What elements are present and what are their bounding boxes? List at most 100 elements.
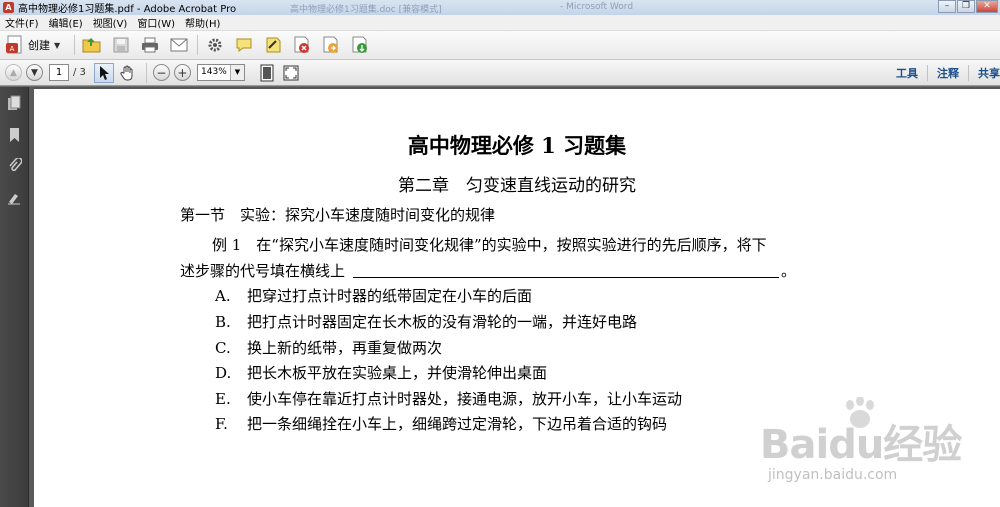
toolbar-divider bbox=[145, 62, 147, 83]
main-toolbar: A 创建 ▼ bbox=[0, 31, 1000, 60]
option-text: 换上新的纸带，再重复做两次 bbox=[247, 339, 443, 357]
save-button[interactable] bbox=[110, 34, 132, 56]
previous-page-button[interactable]: ▲ bbox=[5, 64, 22, 81]
option-letter: B. bbox=[215, 313, 231, 331]
hand-tool-button[interactable] bbox=[118, 63, 138, 83]
create-button-label: 创建 bbox=[28, 39, 50, 52]
select-tool-button[interactable] bbox=[93, 62, 114, 83]
sign-icon bbox=[266, 37, 281, 53]
toolbar-divider bbox=[74, 35, 76, 55]
baidu-jingyan-watermark: Baidu经验 jingyan.baidu.com bbox=[760, 397, 1000, 507]
chapter-heading: 第二章 匀变速直线运动的研究 bbox=[398, 176, 636, 196]
create-pdf-icon: A bbox=[6, 35, 22, 54]
open-button[interactable] bbox=[81, 34, 103, 56]
option-c: C. 换上新的纸带，再重复做两次 bbox=[215, 337, 442, 358]
close-button[interactable]: ✕ bbox=[976, 0, 998, 13]
pdf-import-icon bbox=[352, 36, 368, 53]
option-text: 使小车停在靠近打点计时器处，接通电源，放开小车，让小车运动 bbox=[247, 390, 683, 408]
option-letter: E. bbox=[215, 390, 231, 408]
acrobat-app-icon: A bbox=[3, 2, 14, 13]
svg-text:A: A bbox=[10, 45, 15, 53]
hand-icon bbox=[120, 65, 133, 80]
example-text-line1: 例 1 在“探究小车速度随时间变化规律”的实验中，按照实验进行的先后顺序，将下 bbox=[212, 236, 767, 254]
settings-icon bbox=[208, 38, 222, 52]
sign-button[interactable] bbox=[262, 34, 284, 56]
email-button[interactable] bbox=[168, 34, 190, 56]
chevron-down-icon: ▼ bbox=[229, 65, 244, 80]
secure-button[interactable] bbox=[291, 34, 313, 56]
cursor-arrow-icon bbox=[99, 65, 109, 80]
chevron-down-icon: ▼ bbox=[54, 40, 61, 50]
open-folder-icon bbox=[82, 38, 101, 53]
option-letter: A. bbox=[215, 287, 231, 305]
save-icon bbox=[113, 37, 129, 53]
share-link[interactable]: 共享 bbox=[968, 65, 1000, 81]
answer-blank bbox=[353, 264, 780, 278]
option-text: 把穿过打点计时器的纸带固定在小车的后面 bbox=[247, 287, 533, 305]
create-button[interactable]: A 创建 ▼ bbox=[6, 34, 60, 56]
background-window-app: - Microsoft Word bbox=[560, 2, 634, 12]
page-number-input[interactable]: 1 bbox=[49, 64, 69, 81]
tools-link[interactable]: 工具 bbox=[887, 65, 927, 81]
restore-button[interactable]: ❐ bbox=[957, 0, 975, 13]
option-b: B. 把打点计时器固定在长木板的没有滑轮的一端，并连好电路 bbox=[215, 311, 637, 332]
window-title: 高中物理必修1习题集.pdf - Adobe Acrobat Pro bbox=[18, 4, 237, 15]
page-total: / 3 bbox=[73, 67, 86, 78]
plus-icon: + bbox=[177, 65, 188, 80]
next-page-button[interactable]: ▼ bbox=[26, 64, 43, 81]
section-heading: 第一节 实验：探究小车速度随时间变化的规律 bbox=[180, 206, 496, 224]
menu-window[interactable]: 窗口(W) bbox=[132, 15, 180, 30]
full-screen-button[interactable] bbox=[281, 63, 301, 83]
title-bar: A 高中物理必修1习题集.pdf - Adobe Acrobat Pro 高中物… bbox=[0, 0, 1000, 15]
option-d: D. 把长木板平放在实验桌上，并使滑轮伸出桌面 bbox=[215, 362, 547, 383]
fit-page-icon bbox=[260, 64, 274, 81]
menu-bar: 文件(F) 编辑(E) 视图(V) 窗口(W) 帮助(H) bbox=[0, 15, 1000, 31]
option-text: 把一条细绳拴在小车上，细绳跨过定滑轮，下边吊着合适的钩码 bbox=[247, 415, 668, 433]
menu-view[interactable]: 视图(V) bbox=[88, 15, 133, 30]
comment-button[interactable] bbox=[233, 34, 255, 56]
option-text: 把打点计时器固定在长木板的没有滑轮的一端，并连好电路 bbox=[247, 313, 638, 331]
arrow-up-icon: ▲ bbox=[10, 67, 17, 78]
menu-edit[interactable]: 编辑(E) bbox=[44, 15, 88, 30]
menu-help[interactable]: 帮助(H) bbox=[180, 15, 225, 30]
option-a: A. 把穿过打点计时器的纸带固定在小车的后面 bbox=[215, 285, 532, 306]
arrow-down-icon: ▼ bbox=[31, 67, 38, 78]
minus-icon: − bbox=[156, 65, 167, 80]
menu-file[interactable]: 文件(F) bbox=[0, 15, 44, 30]
print-button[interactable] bbox=[139, 34, 161, 56]
option-letter: D. bbox=[215, 364, 232, 382]
option-text: 把长木板平放在实验桌上，并使滑轮伸出桌面 bbox=[247, 364, 548, 382]
pdf-export-icon bbox=[323, 36, 339, 53]
watermark-brand: Baidu经验 bbox=[760, 422, 962, 468]
page-thumbnails-icon[interactable] bbox=[7, 95, 22, 111]
page-nav-toolbar: ▲ ▼ 1 / 3 − + 143% ▼ 工具 注释 共享 bbox=[0, 60, 1000, 86]
option-letter: C. bbox=[215, 339, 231, 357]
import-button[interactable] bbox=[349, 34, 371, 56]
comment-icon bbox=[236, 38, 252, 52]
zoom-out-button[interactable]: − bbox=[152, 64, 170, 81]
toolbar-divider bbox=[197, 35, 199, 55]
window-controls: – ❐ ✕ bbox=[937, 0, 998, 13]
settings-button[interactable] bbox=[204, 34, 226, 56]
export-button[interactable] bbox=[320, 34, 342, 56]
zoom-in-button[interactable]: + bbox=[173, 64, 191, 81]
example-text-line2-start: 述步骤的代号填在横线上 bbox=[180, 262, 346, 280]
zoom-value: 143% bbox=[201, 67, 227, 77]
document-title: 高中物理必修 1 习题集 bbox=[407, 133, 627, 158]
task-pane-links: 工具 注释 共享 bbox=[887, 60, 1000, 86]
pdf-secure-icon bbox=[294, 36, 310, 53]
watermark-url: jingyan.baidu.com bbox=[768, 467, 898, 483]
example-text-line2: 述步骤的代号填在横线上 。 bbox=[180, 260, 796, 281]
fit-page-button[interactable] bbox=[257, 63, 277, 83]
email-icon bbox=[170, 38, 188, 52]
option-letter: F. bbox=[215, 415, 228, 433]
background-window-title: 高中物理必修1习题集.doc [兼容模式] bbox=[290, 5, 442, 15]
full-screen-icon bbox=[283, 65, 299, 80]
option-e: E. 使小车停在靠近打点计时器处，接通电源，放开小车，让小车运动 bbox=[215, 388, 682, 409]
minimize-button[interactable]: – bbox=[938, 0, 956, 13]
example-text-line2-end: 。 bbox=[781, 262, 797, 280]
comment-link[interactable]: 注释 bbox=[927, 65, 968, 81]
option-f: F. 把一条细绳拴在小车上，细绳跨过定滑轮，下边吊着合适的钩码 bbox=[215, 413, 667, 434]
print-icon bbox=[142, 37, 159, 53]
zoom-select[interactable]: 143% ▼ bbox=[196, 64, 245, 81]
